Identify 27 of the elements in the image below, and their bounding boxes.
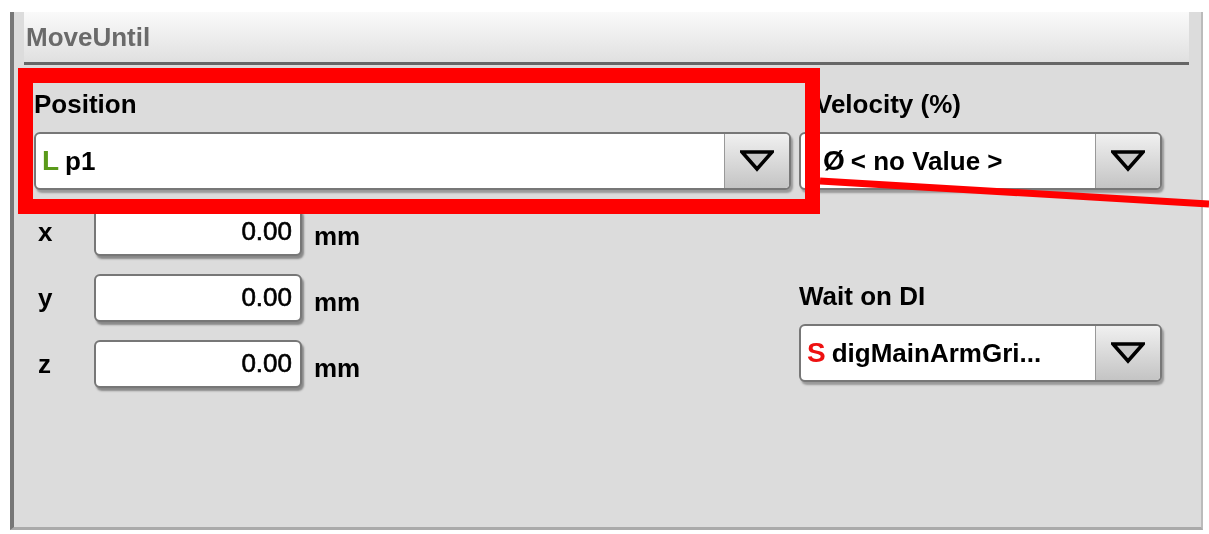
number-field[interactable]: 0.00 — [94, 274, 302, 322]
type-marker: Ø — [823, 145, 845, 177]
axis-label: x — [37, 216, 54, 248]
unit-label: mm — [314, 220, 361, 252]
number-field[interactable]: 0.00 — [94, 340, 302, 388]
dropdown-value: digMainArmGri... — [831, 337, 1042, 369]
triangle-down-icon — [1111, 342, 1145, 364]
dropdown-value: < no Value > — [850, 145, 1003, 177]
input-dropdown[interactable]: S digMainArmGri... — [799, 324, 1162, 382]
type-marker: S — [807, 337, 826, 369]
unit-label: mm — [314, 286, 361, 318]
unit-label: mm — [314, 352, 361, 384]
dropdown-arrow-button[interactable] — [724, 134, 789, 188]
dropdown-arrow-button[interactable] — [1095, 134, 1160, 188]
field-label: Position — [34, 88, 137, 120]
position-dropdown[interactable]: L p1 — [34, 132, 791, 190]
dropdown-value: p1 — [65, 145, 96, 177]
triangle-down-icon — [1111, 150, 1145, 172]
field-label: Wait on DI — [799, 280, 926, 312]
axis-label: z — [37, 348, 52, 380]
field-label: Velocity (%) — [815, 88, 961, 120]
type-marker: L — [42, 145, 60, 177]
dropdown-arrow-button[interactable] — [1095, 326, 1160, 380]
panel-title: MoveUntil — [26, 21, 151, 53]
axis-label: y — [37, 282, 54, 314]
triangle-down-icon — [740, 150, 774, 172]
velocity-dropdown[interactable]: Ø < no Value > — [799, 132, 1162, 190]
